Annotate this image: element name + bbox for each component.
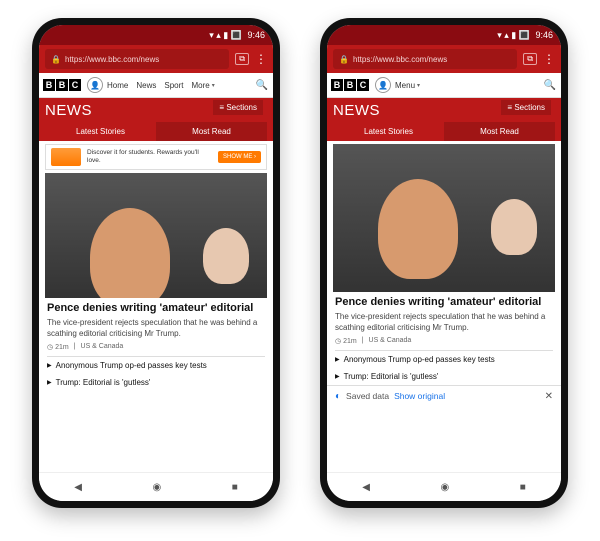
chevron-down-icon[interactable]: ▾ bbox=[212, 82, 215, 89]
home-icon[interactable]: ◉ bbox=[152, 482, 161, 493]
back-icon[interactable]: ◀ bbox=[74, 482, 82, 493]
saved-label: Saved data bbox=[346, 391, 389, 401]
tab-latest[interactable]: Latest Stories bbox=[45, 122, 156, 141]
browser-url-bar: 🔒 https://www.bbc.com/news ⧉ ⋮ bbox=[39, 45, 273, 73]
nav-home[interactable]: Home bbox=[107, 81, 128, 90]
lock-icon: 🔒 bbox=[339, 55, 349, 64]
ad-logo bbox=[51, 148, 81, 166]
url-field[interactable]: 🔒 https://www.bbc.com/news bbox=[45, 49, 229, 69]
device-nav-bar: ◀ ◉ ■ bbox=[39, 472, 273, 501]
back-icon[interactable]: ◀ bbox=[362, 482, 370, 493]
ad-text: Discover it for students. Rewards you'll… bbox=[87, 149, 212, 165]
saved-data-bar: ◐ Saved data Show original ✕ bbox=[327, 385, 561, 407]
article-section[interactable]: US & Canada bbox=[369, 337, 412, 344]
sections-button[interactable]: Sections bbox=[213, 100, 263, 115]
tab-latest[interactable]: Latest Stories bbox=[333, 122, 444, 141]
url-field[interactable]: 🔒 https://www.bbc.com/news bbox=[333, 49, 517, 69]
tabs-button[interactable]: ⧉ bbox=[523, 53, 537, 65]
lock-icon: 🔒 bbox=[51, 55, 61, 64]
article-title[interactable]: Pence denies writing 'amateur' editorial bbox=[335, 296, 553, 309]
device-nav-bar: ◀ ◉ ■ bbox=[327, 472, 561, 501]
related-link-2[interactable]: Trump: Editorial is 'gutless' bbox=[39, 374, 273, 391]
browser-url-bar: 🔒 https://www.bbc.com/news ⧉ ⋮ bbox=[327, 45, 561, 73]
site-top-nav: BBC 👤 Menu ▾ 🔍 bbox=[327, 73, 561, 98]
article-section[interactable]: US & Canada bbox=[81, 343, 124, 350]
nav-sport[interactable]: Sport bbox=[164, 81, 183, 90]
info-icon: ◐ bbox=[335, 391, 341, 402]
recent-icon[interactable]: ■ bbox=[520, 482, 526, 493]
article-title[interactable]: Pence denies writing 'amateur' editorial bbox=[47, 302, 265, 315]
site-top-nav: BBC 👤 Home News Sport More ▾ 🔍 bbox=[39, 73, 273, 98]
bbc-logo[interactable]: BBC bbox=[43, 79, 81, 91]
search-icon[interactable]: 🔍 bbox=[544, 80, 556, 91]
article-hero-image[interactable] bbox=[333, 144, 555, 292]
nav-more[interactable]: More bbox=[191, 81, 209, 90]
related-link-1[interactable]: Anonymous Trump op-ed passes key tests bbox=[327, 351, 561, 368]
related-link-1[interactable]: Anonymous Trump op-ed passes key tests bbox=[39, 357, 273, 374]
recent-icon[interactable]: ■ bbox=[232, 482, 238, 493]
nav-menu[interactable]: Menu bbox=[395, 81, 415, 90]
tab-mostread[interactable]: Most Read bbox=[156, 122, 267, 141]
signin-icon[interactable]: 👤 bbox=[375, 77, 391, 93]
related-link-2[interactable]: Trump: Editorial is 'gutless' bbox=[327, 368, 561, 385]
clock-icon: 21m bbox=[47, 343, 69, 351]
article-meta: 21m | US & Canada bbox=[335, 337, 553, 345]
news-tabs: Latest Stories Most Read bbox=[45, 122, 267, 141]
browser-menu-icon[interactable]: ⋮ bbox=[255, 53, 267, 65]
bbc-logo[interactable]: BBC bbox=[331, 79, 369, 91]
news-header: Sections NEWS Latest Stories Most Read bbox=[327, 98, 561, 141]
close-icon[interactable]: ✕ bbox=[545, 391, 553, 402]
chevron-down-icon[interactable]: ▾ bbox=[417, 82, 420, 89]
clock-icon: 21m bbox=[335, 337, 357, 345]
nav-news[interactable]: News bbox=[136, 81, 156, 90]
tab-mostread[interactable]: Most Read bbox=[444, 122, 555, 141]
screen-left: ▾ ▴ ▮ 🔳 9:46 🔒 https://www.bbc.com/news … bbox=[39, 25, 273, 501]
phone-right: ▾ ▴ ▮ 🔳 9:46 🔒 https://www.bbc.com/news … bbox=[320, 18, 568, 508]
article-summary: The vice-president rejects speculation t… bbox=[47, 318, 265, 339]
sections-button[interactable]: Sections bbox=[501, 100, 551, 115]
article-main: Pence denies writing 'amateur' editorial… bbox=[39, 298, 273, 351]
show-original-link[interactable]: Show original bbox=[394, 391, 445, 401]
article-meta: 21m | US & Canada bbox=[47, 343, 265, 351]
screen-right: ▾ ▴ ▮ 🔳 9:46 🔒 https://www.bbc.com/news … bbox=[327, 25, 561, 501]
article-main: Pence denies writing 'amateur' editorial… bbox=[327, 292, 561, 345]
status-bar: ▾ ▴ ▮ 🔳 9:46 bbox=[327, 25, 561, 45]
signin-icon[interactable]: 👤 bbox=[87, 77, 103, 93]
phone-left: ▾ ▴ ▮ 🔳 9:46 🔒 https://www.bbc.com/news … bbox=[32, 18, 280, 508]
status-bar: ▾ ▴ ▮ 🔳 9:46 bbox=[39, 25, 273, 45]
ad-banner[interactable]: Discover it for students. Rewards you'll… bbox=[45, 144, 267, 170]
news-header: Sections NEWS Latest Stories Most Read bbox=[39, 98, 273, 141]
article-summary: The vice-president rejects speculation t… bbox=[335, 312, 553, 333]
browser-menu-icon[interactable]: ⋮ bbox=[543, 53, 555, 65]
news-tabs: Latest Stories Most Read bbox=[333, 122, 555, 141]
search-icon[interactable]: 🔍 bbox=[256, 80, 268, 91]
tabs-button[interactable]: ⧉ bbox=[235, 53, 249, 65]
ad-cta-button[interactable]: SHOW ME › bbox=[218, 151, 261, 163]
home-icon[interactable]: ◉ bbox=[440, 482, 449, 493]
article-hero-image[interactable] bbox=[45, 173, 267, 298]
